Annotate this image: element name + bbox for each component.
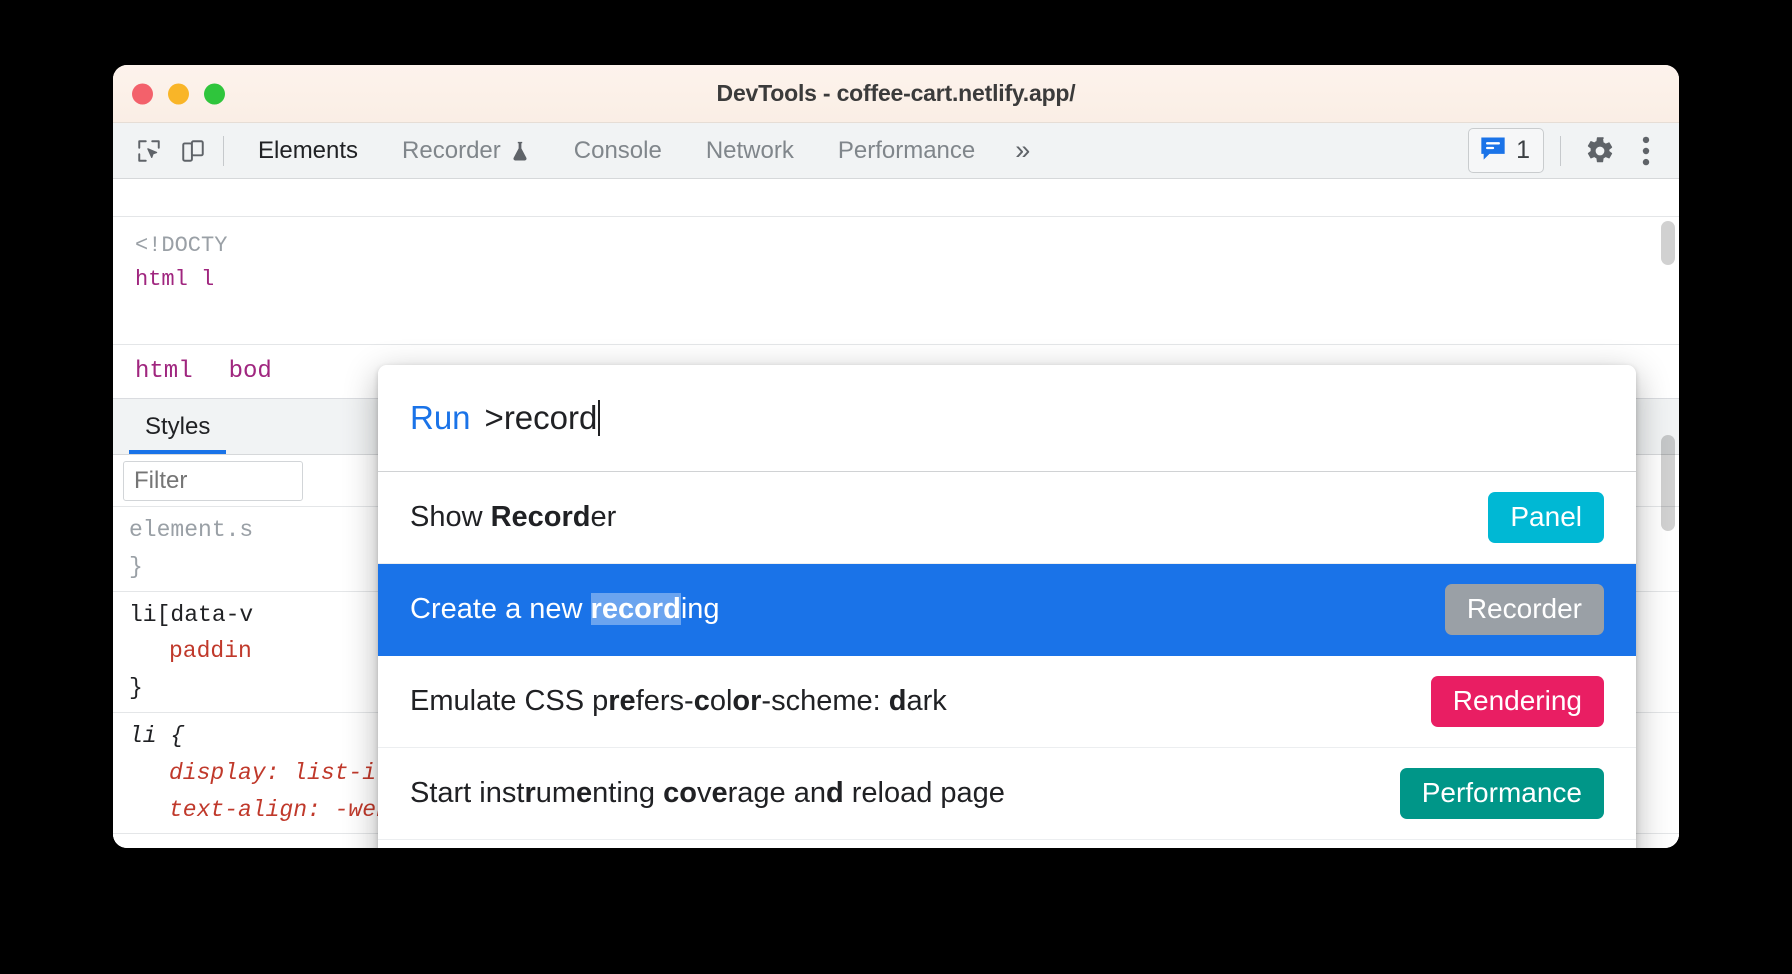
tab-console[interactable]: Console: [552, 123, 684, 178]
tab-recorder-label: Recorder: [402, 136, 501, 164]
command-item-label: Show Recorder: [410, 501, 617, 533]
command-menu-prefix: Run: [410, 399, 471, 436]
elements-scrollbar[interactable]: [1661, 221, 1675, 265]
issues-message-icon: [1479, 135, 1507, 166]
tab-elements-label: Elements: [258, 136, 359, 164]
devtools-toolbar: Elements Recorder Console Network Perfor…: [113, 123, 1679, 179]
command-item-label: Start instrumenting coverage and reload …: [410, 777, 1005, 809]
command-item-create-new-recording[interactable]: Create a new recording Recorder: [378, 564, 1636, 656]
toolbar-divider: [223, 135, 224, 166]
device-toolbar-icon[interactable]: [171, 130, 215, 172]
css-selector: li {: [129, 722, 185, 749]
command-item-label: Create a new recording: [410, 593, 720, 625]
kebab-menu-icon[interactable]: [1623, 129, 1669, 173]
breadcrumb-item-html[interactable]: html: [135, 358, 193, 385]
tab-styles-label: Styles: [145, 412, 211, 440]
command-menu-query-wrap: >record: [485, 399, 601, 437]
styles-scrollbar[interactable]: [1661, 435, 1675, 531]
traffic-lights: [132, 83, 225, 104]
tab-network-label: Network: [705, 136, 794, 164]
command-item-label: Emulate CSS prefers-color-scheme: dark: [410, 685, 947, 717]
gear-icon[interactable]: [1577, 129, 1623, 173]
command-item-emulate-prefers-color-scheme-dark[interactable]: Emulate CSS prefers-color-scheme: dark R…: [378, 656, 1636, 748]
tab-styles[interactable]: Styles: [129, 399, 227, 454]
inspect-element-icon[interactable]: [127, 130, 171, 172]
dom-line: <!DOCTY: [135, 233, 228, 258]
issues-count: 1: [1516, 136, 1530, 164]
minimize-window-button[interactable]: [168, 83, 189, 104]
command-item-tag: Recorder: [1444, 584, 1604, 635]
issues-button[interactable]: 1: [1468, 128, 1544, 173]
command-menu-results: Show Recorder Panel Create a new recordi…: [378, 472, 1636, 848]
elements-subtoolbar: [113, 179, 1679, 217]
breadcrumb-item-body[interactable]: bod: [229, 358, 272, 385]
more-tabs-chevron-icon[interactable]: »: [997, 137, 1048, 164]
command-menu-input[interactable]: >record: [485, 399, 598, 437]
command-item-emulate-prefers-reduced-motion[interactable]: Emulate CSS prefers-reduced-motion: redu…: [378, 840, 1636, 848]
command-menu: Run >record Show Recorder Panel Create a…: [378, 365, 1636, 848]
tab-performance[interactable]: Performance: [816, 123, 997, 178]
command-item-start-instrumenting-coverage[interactable]: Start instrumenting coverage and reload …: [378, 748, 1636, 840]
screen-background: DevTools - coffee-cart.netlify.app/ Elem…: [0, 0, 1792, 974]
panel-tabs: Elements Recorder Console Network Perfor…: [236, 123, 1048, 178]
window-title: DevTools - coffee-cart.netlify.app/: [716, 80, 1076, 106]
tab-console-label: Console: [573, 136, 662, 164]
tab-network[interactable]: Network: [684, 123, 816, 178]
command-item-tag: Performance: [1399, 768, 1604, 819]
filter-input[interactable]: [123, 460, 303, 501]
zoom-window-button[interactable]: [204, 83, 225, 104]
tab-performance-label: Performance: [837, 136, 976, 164]
css-selector: li[data-v: [129, 601, 254, 628]
close-window-button[interactable]: [132, 83, 153, 104]
toolbar-divider-right: [1560, 135, 1561, 166]
devtools-body: <!DOCTY html l html bod Styles Filter el…: [113, 179, 1679, 848]
command-menu-input-row[interactable]: Run >record: [378, 365, 1636, 472]
dom-line: html l: [135, 267, 215, 293]
tab-recorder[interactable]: Recorder: [380, 123, 552, 178]
command-item-tag: Panel: [1488, 492, 1604, 543]
toolbar-right-group: 1: [1468, 128, 1669, 173]
command-item-show-recorder[interactable]: Show Recorder Panel: [378, 472, 1636, 564]
command-item-tag: Rendering: [1430, 676, 1604, 727]
css-close-brace: }: [129, 675, 143, 702]
css-selector: element.s: [129, 517, 254, 543]
dom-tree[interactable]: <!DOCTY html l: [113, 217, 1679, 297]
window-titlebar: DevTools - coffee-cart.netlify.app/: [113, 65, 1679, 123]
text-caret: [598, 400, 601, 436]
tab-elements[interactable]: Elements: [236, 123, 380, 178]
flask-icon: [510, 140, 530, 162]
devtools-window: DevTools - coffee-cart.netlify.app/ Elem…: [113, 65, 1679, 848]
